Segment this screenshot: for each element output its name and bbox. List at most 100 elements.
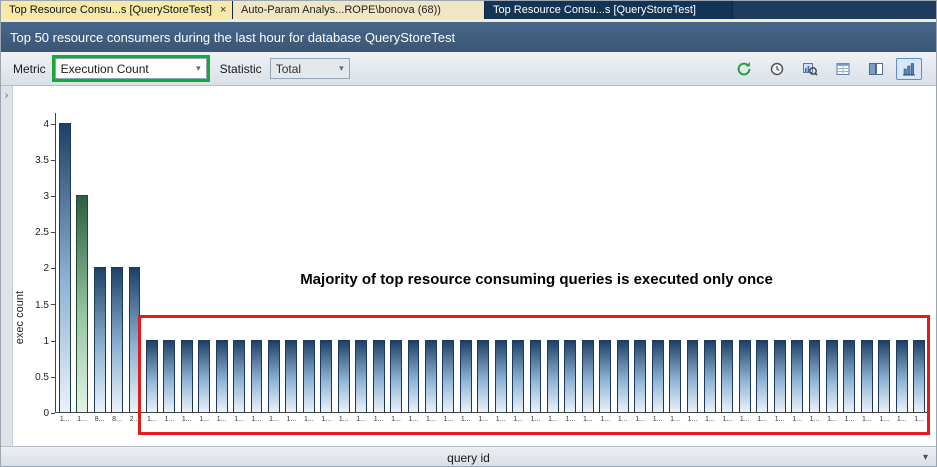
bar[interactable] [373,340,385,412]
bar[interactable] [477,340,489,412]
bar-slot: 1... [370,113,387,412]
bar[interactable] [634,340,646,412]
bar[interactable] [111,267,123,412]
bar[interactable] [599,340,611,412]
bar[interactable] [756,340,768,412]
tab-auto-param-analysis[interactable]: Auto-Param Analys...ROPE\bonova (68)) [233,1,485,19]
refresh-button[interactable] [731,58,757,80]
y-tick-label: 1 [43,336,55,347]
bar[interactable] [512,340,524,412]
view-plan-summary-button[interactable] [797,58,823,80]
bar[interactable] [338,340,350,412]
close-icon[interactable]: × [212,4,226,16]
statistic-label: Statistic [220,62,262,76]
bar[interactable] [582,340,594,412]
bar[interactable] [320,340,332,412]
bar[interactable] [460,340,472,412]
statistic-dropdown[interactable]: Total ▾ [270,58,350,79]
track-query-button[interactable] [764,58,790,80]
metric-dropdown[interactable]: Execution Count ▾ [55,58,207,79]
bar-slot: 1... [492,113,509,412]
bar[interactable] [617,340,629,412]
bar[interactable] [652,340,664,412]
bar[interactable] [285,340,297,412]
bar[interactable] [896,340,908,412]
grid-view-button[interactable] [830,58,856,80]
bar[interactable] [268,340,280,412]
bar-slot: 8... [108,113,125,412]
bar[interactable] [163,340,175,412]
bar-slot: 1... [719,113,736,412]
bar[interactable] [791,340,803,412]
y-tick-label: 3.5 [35,155,55,166]
bar[interactable] [303,340,315,412]
bar-slot: 1... [143,113,160,412]
split-view-button[interactable] [863,58,889,80]
bar[interactable] [826,340,838,412]
bar[interactable] [129,267,141,412]
bar[interactable] [425,340,437,412]
bar[interactable] [913,340,925,412]
bar-slot: 1... [213,113,230,412]
bar[interactable] [442,340,454,412]
bar-slot: 1... [562,113,579,412]
y-axis: 00.511.522.533.54 [29,113,55,413]
bar-slot: 1... [893,113,910,412]
bar[interactable] [251,340,263,412]
bar[interactable] [408,340,420,412]
bar[interactable] [564,340,576,412]
tab-label: Auto-Param Analys...ROPE\bonova (68)) [241,4,441,16]
bar[interactable] [216,340,228,412]
chevron-down-icon: ▾ [196,63,201,74]
y-tick-label: 3 [43,191,55,202]
bar[interactable] [704,340,716,412]
bar[interactable] [861,340,873,412]
tab-top-resource-consumers-2[interactable]: Top Resource Consu...s [QueryStoreTest] [485,1,733,19]
bar[interactable] [355,340,367,412]
bar[interactable] [390,340,402,412]
bar[interactable] [198,340,210,412]
bar[interactable] [687,340,699,412]
chart-area: exec count 00.511.522.533.54 1...1...8..… [13,86,936,446]
bar-slot: 1... [196,113,213,412]
bar-slot: 1... [788,113,805,412]
bar-slot: 1... [771,113,788,412]
bar[interactable] [878,340,890,412]
bar-slot: 1... [509,113,526,412]
bar[interactable] [843,340,855,412]
bar-slot: 1... [684,113,701,412]
bar-slot: 1... [318,113,335,412]
bar[interactable] [774,340,786,412]
bar[interactable] [181,340,193,412]
document-tab-bar: Top Resource Consu...s [QueryStoreTest] … [1,1,936,19]
tab-label: Top Resource Consu...s [QueryStoreTest] [9,4,212,16]
collapse-panel-strip[interactable]: › [1,86,13,446]
bar[interactable] [495,340,507,412]
bar[interactable] [809,340,821,412]
bar[interactable] [59,123,71,412]
bar-slot: 1... [73,113,90,412]
chart-magnifier-icon [802,61,818,77]
bar-slot: 1... [858,113,875,412]
bar-slot: 1... [823,113,840,412]
bar-slot: 1... [544,113,561,412]
bar-slot: 1... [352,113,369,412]
bar[interactable] [233,340,245,412]
bar[interactable] [669,340,681,412]
bar[interactable] [530,340,542,412]
bar-slot: 1... [178,113,195,412]
chart-view-button[interactable] [896,58,922,80]
bar[interactable] [721,340,733,412]
tab-top-resource-consumers-active[interactable]: Top Resource Consu...s [QueryStoreTest] … [1,1,233,19]
bar[interactable] [739,340,751,412]
bar-slot: 1... [754,113,771,412]
bar[interactable] [76,195,88,412]
bar-slot: 1... [161,113,178,412]
bar[interactable] [547,340,559,412]
bar-slot: 1... [876,113,893,412]
bar[interactable] [146,340,158,412]
annotation-text: Majority of top resource consuming queri… [175,271,898,288]
bar[interactable] [94,267,106,412]
bar-slot: 1... [666,113,683,412]
x-axis-dropdown-icon[interactable]: ▾ [923,452,928,463]
